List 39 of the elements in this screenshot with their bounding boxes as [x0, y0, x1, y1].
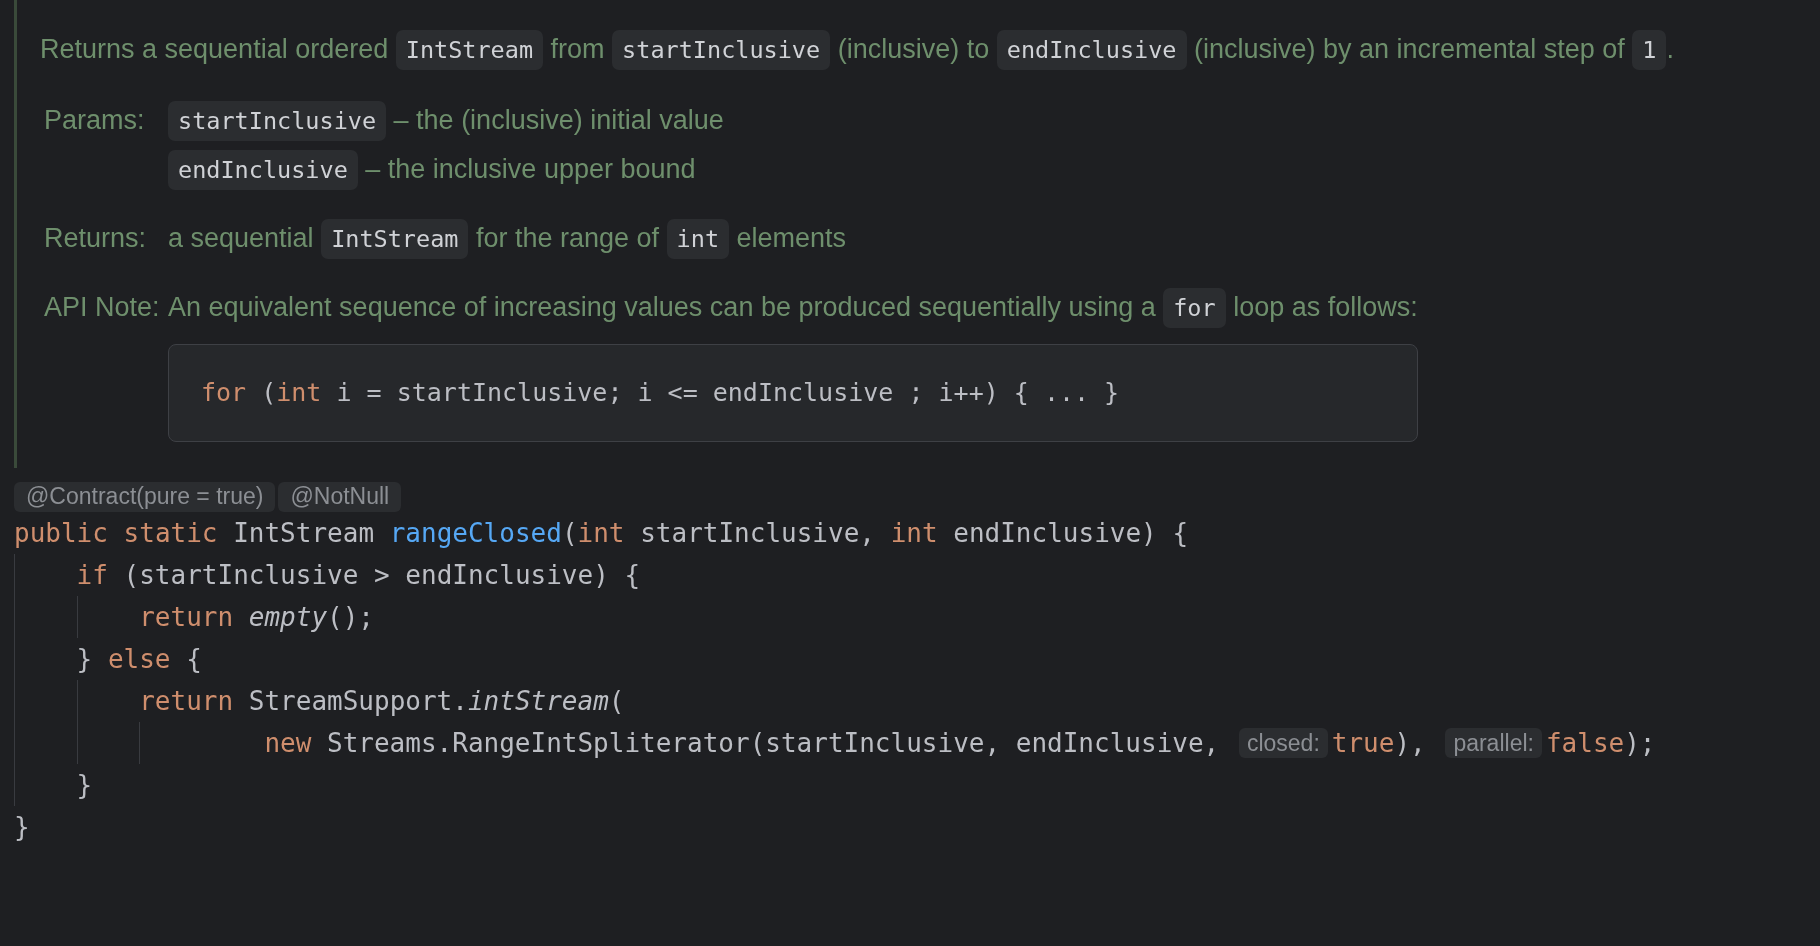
doc-text: for the range of	[474, 223, 661, 253]
doc-text: An equivalent sequence of increasing values can be produced sequentially using a	[168, 292, 1157, 322]
inline-code: 1	[1632, 30, 1667, 70]
inline-code: int	[666, 219, 730, 259]
doc-text: elements	[735, 223, 847, 253]
section-label: API Note:	[43, 291, 161, 324]
code-text: }	[76, 769, 93, 802]
doc-text: (inclusive) to	[836, 34, 991, 64]
code-block: for (int i = startInclusive; i <= endInclusive ; i++) { ... }	[168, 344, 1418, 442]
code-text: true),	[1331, 727, 1427, 760]
inline-code: endInclusive	[168, 150, 358, 190]
doc-text: – the inclusive upper bound	[364, 154, 696, 184]
inline-code: startInclusive	[612, 30, 831, 70]
doc-text: (inclusive) by an incremental step of	[1193, 34, 1626, 64]
section-label: Returns:	[43, 222, 148, 255]
doc-text: a sequential	[168, 223, 315, 253]
annotation-hint: @NotNull	[278, 482, 402, 512]
code-text: public static IntStream rangeClosed(int startInclusive, int endInclusive) {	[14, 517, 1189, 550]
code-text: } else {	[76, 643, 202, 676]
doc-text: .	[1666, 34, 1674, 64]
doc-text: Returns a sequential ordered	[40, 34, 390, 64]
code-text: return StreamSupport.intStream(	[139, 685, 625, 718]
code-text: false);	[1545, 727, 1656, 760]
inline-code: for	[1163, 288, 1226, 328]
inline-code: endInclusive	[996, 30, 1187, 70]
inline-code: IntStream	[395, 30, 544, 70]
parameter-hint: closed:	[1238, 728, 1328, 758]
code-text: }	[14, 811, 30, 844]
inline-code: IntStream	[321, 219, 469, 259]
section-label: Params:	[43, 104, 146, 137]
code-text: if (startInclusive > endInclusive) {	[76, 559, 641, 592]
doc-text: from	[549, 34, 606, 64]
code-text: new Streams.RangeIntSpliterator(startInclusive, endInclusive,	[264, 727, 1221, 760]
parameter-hint: parallel:	[1445, 728, 1542, 758]
annotation-hint: @Contract(pure = true)	[14, 482, 276, 512]
doc-text: loop as follows:	[1232, 292, 1418, 322]
doc-text: – the (inclusive) initial value	[392, 105, 724, 135]
inline-code: startInclusive	[168, 101, 387, 141]
code-text: return empty();	[139, 601, 374, 634]
